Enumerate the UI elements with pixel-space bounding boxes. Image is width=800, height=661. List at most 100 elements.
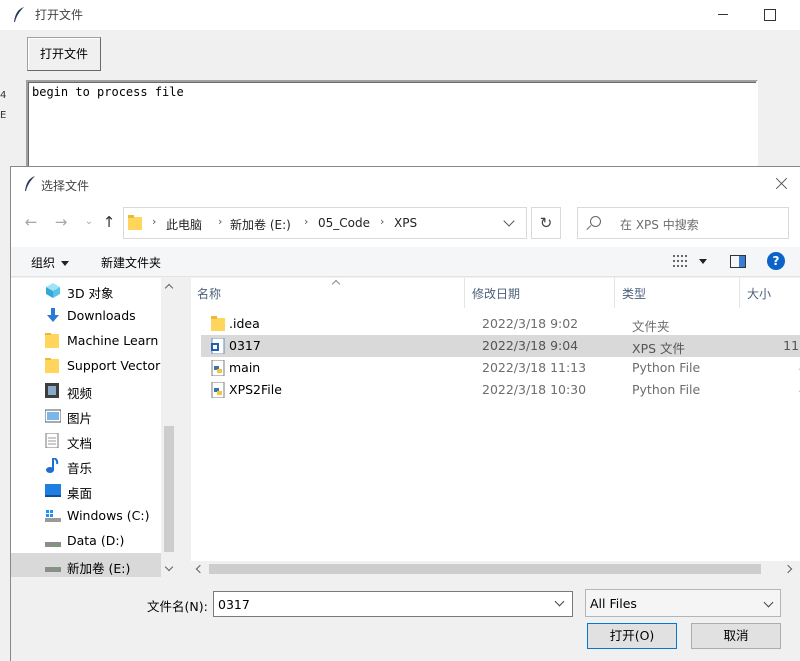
help-icon[interactable]: ? bbox=[767, 252, 785, 270]
navigation-pane: 3D 对象 Downloads Machine Learn Support Ve… bbox=[11, 278, 177, 577]
minimize-button[interactable] bbox=[712, 0, 736, 30]
filetype-select[interactable]: All Files bbox=[585, 589, 781, 617]
file-modified: 2022/3/18 9:02 bbox=[482, 316, 579, 331]
filename-input[interactable] bbox=[213, 591, 573, 617]
back-arrow-icon[interactable]: ← bbox=[21, 211, 41, 233]
desktop-icon bbox=[45, 483, 61, 498]
chevron-down-icon[interactable] bbox=[553, 597, 567, 611]
scrollbar-thumb[interactable] bbox=[209, 564, 761, 574]
organize-button[interactable]: 组织 bbox=[31, 254, 69, 271]
column-divider[interactable] bbox=[614, 278, 615, 308]
file-name: 0317 bbox=[229, 338, 261, 353]
nav-pane-scrollbar[interactable] bbox=[161, 278, 177, 577]
feather-icon bbox=[23, 175, 37, 197]
3d-objects-icon bbox=[45, 283, 61, 298]
new-folder-button[interactable]: 新建文件夹 bbox=[101, 254, 161, 271]
column-header-name[interactable]: 名称 bbox=[191, 284, 462, 308]
nav-item-label: Machine Learn bbox=[67, 333, 159, 348]
file-modified: 2022/3/18 10:30 bbox=[482, 382, 587, 397]
file-list-scrollbar[interactable] bbox=[191, 561, 800, 577]
nav-item-documents[interactable]: 文档 bbox=[11, 428, 161, 453]
nav-item-windows-c[interactable]: Windows (C:) bbox=[11, 503, 161, 528]
column-header-modified[interactable]: 修改日期 bbox=[466, 284, 612, 308]
windows-drive-icon bbox=[45, 508, 61, 523]
maximize-button[interactable] bbox=[758, 0, 782, 30]
nav-item-label: 音乐 bbox=[67, 461, 93, 476]
filename-label: 文件名(N): bbox=[147, 599, 208, 614]
file-list: 名称 修改日期 类型 大小 .idea 2022/3/18 9:02 文件夹 0… bbox=[191, 278, 800, 577]
file-row-0317[interactable]: 0317 2022/3/18 9:04 XPS 文件 117 bbox=[201, 335, 800, 357]
search-icon bbox=[590, 216, 601, 227]
recent-locations-chevron-icon[interactable]: ⌄ bbox=[79, 211, 99, 233]
nav-item-desktop[interactable]: 桌面 bbox=[11, 478, 161, 503]
scroll-down-icon[interactable] bbox=[165, 564, 173, 572]
open-button[interactable]: 打开(O) bbox=[587, 623, 677, 649]
breadcrumb-drive-e[interactable]: 新加卷 (E:) bbox=[230, 216, 291, 233]
pictures-icon bbox=[44, 408, 62, 423]
file-name: main bbox=[229, 360, 261, 375]
column-divider[interactable] bbox=[739, 278, 740, 308]
nav-item-label: Downloads bbox=[67, 308, 136, 323]
scroll-left-icon[interactable] bbox=[195, 565, 203, 573]
nav-item-label: Windows (C:) bbox=[67, 508, 150, 523]
file-size: 4 bbox=[761, 382, 800, 397]
column-header-type[interactable]: 类型 bbox=[616, 284, 737, 308]
downloads-icon bbox=[45, 308, 61, 323]
scrollbar-thumb[interactable] bbox=[164, 426, 174, 552]
clipped-edge-text: E bbox=[0, 110, 7, 121]
nav-item-label: 新加卷 (E:) bbox=[67, 561, 131, 576]
nav-item-label: 桌面 bbox=[67, 486, 93, 501]
up-arrow-icon[interactable]: ↑ bbox=[99, 211, 119, 233]
scroll-right-icon[interactable] bbox=[785, 565, 793, 573]
nav-item-data-d[interactable]: Data (D:) bbox=[11, 528, 161, 553]
scroll-up-icon[interactable] bbox=[165, 283, 173, 291]
nav-item-drive-e[interactable]: 新加卷 (E:) bbox=[11, 553, 161, 577]
nav-item-downloads[interactable]: Downloads bbox=[11, 303, 161, 328]
nav-item-pictures[interactable]: 图片 bbox=[11, 403, 161, 428]
xps-file-icon bbox=[211, 337, 225, 355]
open-file-button[interactable]: 打开文件 bbox=[27, 37, 101, 71]
breadcrumb-separator: › bbox=[218, 215, 223, 228]
main-window-title: 打开文件 bbox=[35, 8, 84, 22]
breadcrumb-code[interactable]: 05_Code bbox=[318, 216, 370, 230]
chevron-down-icon bbox=[762, 598, 776, 612]
search-input[interactable]: 在 XPS 中搜索 bbox=[577, 207, 789, 239]
feather-icon bbox=[12, 6, 26, 28]
documents-icon bbox=[45, 432, 61, 449]
nav-item-label: 文档 bbox=[67, 436, 93, 451]
file-type: Python File bbox=[632, 382, 701, 397]
column-header-size[interactable]: 大小 bbox=[741, 284, 800, 308]
file-row-xps2file[interactable]: XPS2File 2022/3/18 10:30 Python File 4 bbox=[201, 379, 800, 401]
main-titlebar: 打开文件 bbox=[0, 0, 800, 30]
search-placeholder: 在 XPS 中搜索 bbox=[620, 218, 699, 232]
folder-icon bbox=[45, 333, 61, 348]
nav-item-3d-objects[interactable]: 3D 对象 bbox=[11, 278, 161, 303]
view-options-icon[interactable] bbox=[671, 253, 711, 271]
chevron-down-icon[interactable] bbox=[500, 214, 520, 234]
breadcrumb-this-pc[interactable]: 此电脑 bbox=[166, 216, 202, 233]
log-line: begin to process file bbox=[32, 85, 184, 99]
nav-item-label: Data (D:) bbox=[67, 533, 125, 548]
refresh-icon[interactable]: ↻ bbox=[531, 207, 561, 239]
nav-item-support-vector[interactable]: Support Vector bbox=[11, 353, 161, 378]
breadcrumb-xps[interactable]: XPS bbox=[394, 216, 417, 230]
nav-item-music[interactable]: 音乐 bbox=[11, 453, 161, 478]
cancel-button[interactable]: 取消 bbox=[691, 623, 781, 649]
file-type: Python File bbox=[632, 360, 701, 375]
address-bar[interactable]: › 此电脑 › 新加卷 (E:) › 05_Code › XPS bbox=[123, 207, 527, 239]
file-row-idea[interactable]: .idea 2022/3/18 9:02 文件夹 bbox=[201, 313, 800, 335]
close-icon[interactable] bbox=[773, 175, 791, 193]
nav-item-machine-learning[interactable]: Machine Learn bbox=[11, 328, 161, 353]
dialog-title: 选择文件 bbox=[41, 179, 90, 193]
file-dialog: 选择文件 ← → ⌄ ↑ › 此电脑 › 新加卷 (E:) › 05_Code … bbox=[10, 166, 800, 661]
clipped-edge-text: 4 bbox=[0, 90, 7, 101]
preview-pane-icon[interactable] bbox=[730, 255, 746, 268]
column-divider[interactable] bbox=[464, 278, 465, 308]
folder-icon bbox=[45, 358, 61, 373]
nav-item-label: 视频 bbox=[67, 386, 93, 401]
nav-item-videos[interactable]: 视频 bbox=[11, 378, 161, 403]
forward-arrow-icon[interactable]: → bbox=[51, 211, 71, 233]
file-row-main[interactable]: main 2022/3/18 11:13 Python File 4 bbox=[201, 357, 800, 379]
breadcrumb-separator: › bbox=[304, 215, 309, 228]
file-modified: 2022/3/18 11:13 bbox=[482, 360, 587, 375]
